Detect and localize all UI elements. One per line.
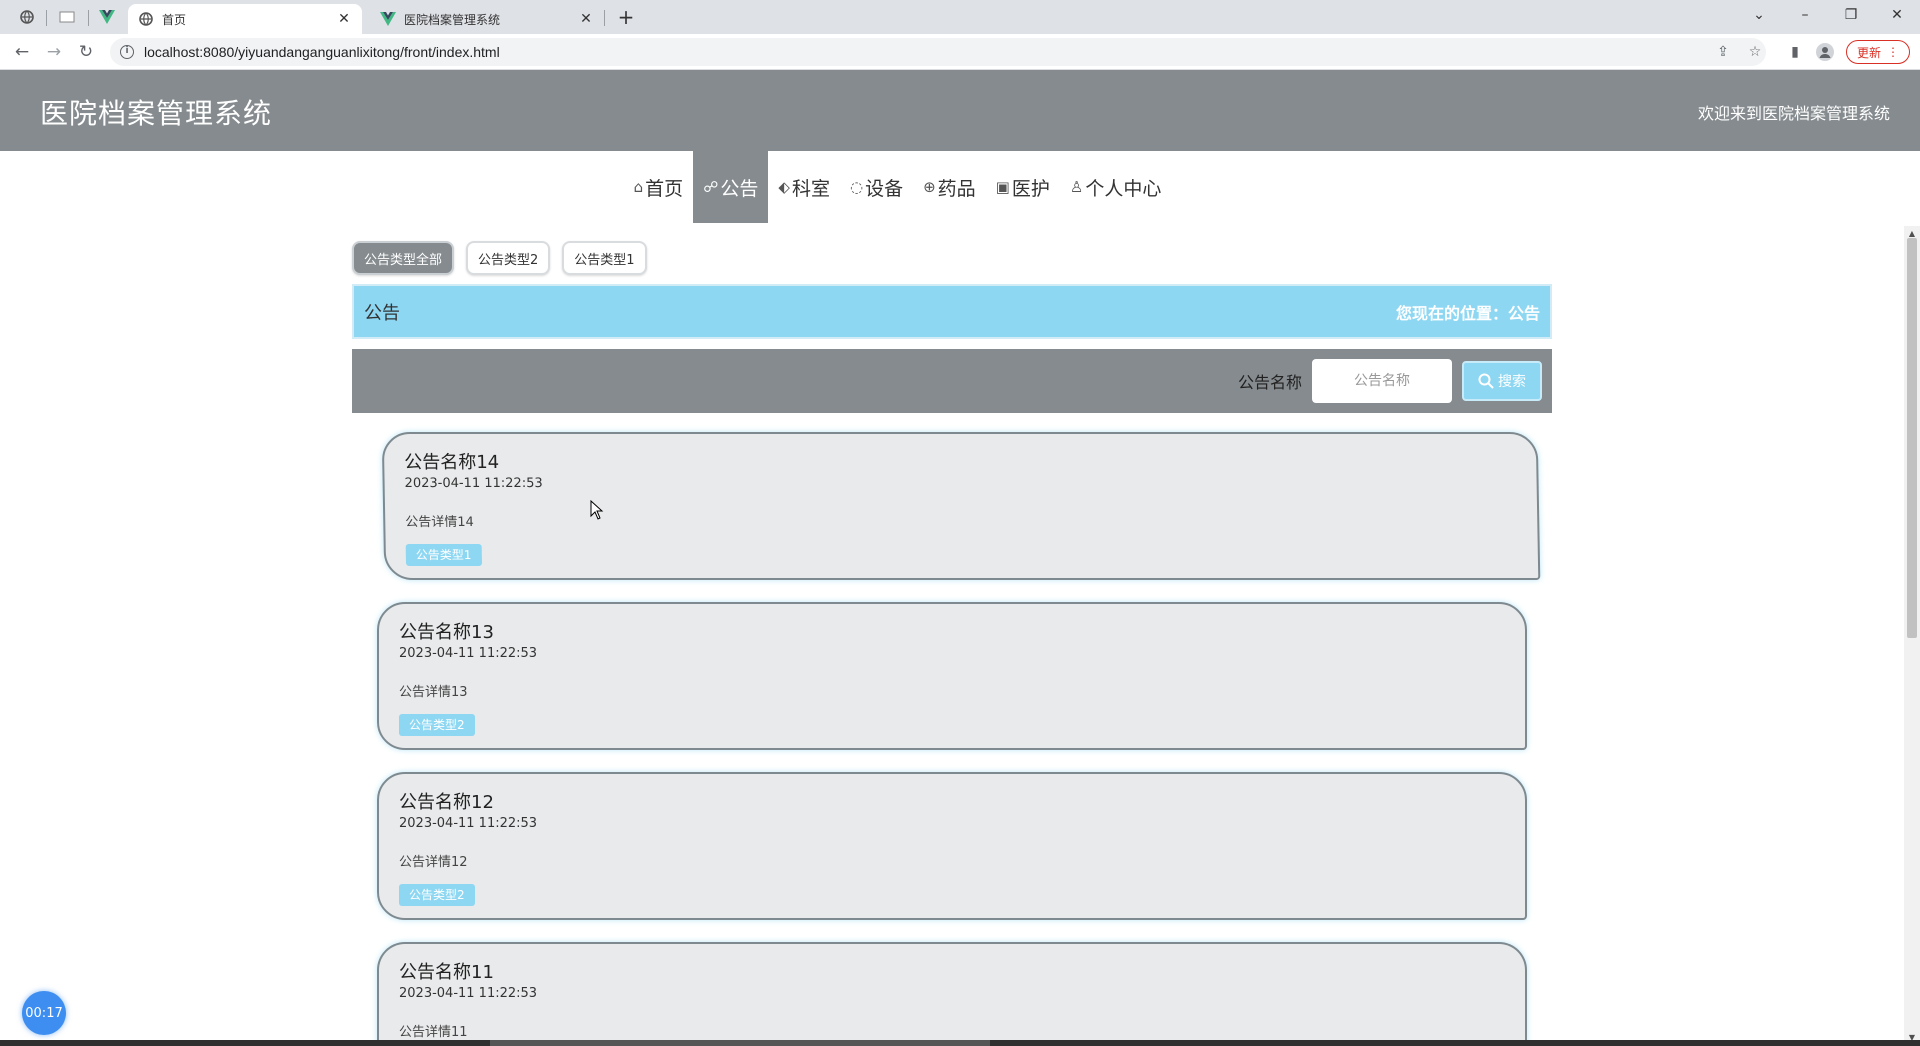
news-title: 公告名称13 xyxy=(399,622,494,643)
site-header: 医院档案管理系统 欢迎来到医院档案管理系统 xyxy=(0,70,1920,151)
pinned-tab-vue[interactable] xyxy=(90,4,124,30)
search-bar: 公告名称 搜索 xyxy=(352,349,1552,413)
news-type-badge: 公告类型2 xyxy=(399,714,475,736)
nav-item-staff[interactable]: ▣ 医护 xyxy=(986,151,1060,223)
nav-label: 医护 xyxy=(1011,177,1050,200)
welcome-text: 欢迎来到医院档案管理系统 xyxy=(1697,104,1890,123)
pinned-tab-globe[interactable] xyxy=(10,4,44,30)
news-title: 公告名称14 xyxy=(404,452,500,473)
blank-page-icon xyxy=(59,11,75,23)
news-time: 2023-04-11 11:22:53 xyxy=(404,476,543,491)
tag-icon: ⬖ xyxy=(778,178,790,196)
location-text: 您现在的位置：公告 xyxy=(1395,303,1540,323)
news-title: 公告名称12 xyxy=(399,792,494,813)
bookmark-star-icon[interactable]: ☆ xyxy=(1744,41,1766,63)
nav-item-department[interactable]: ⬖ 科室 xyxy=(768,151,840,223)
close-icon[interactable]: ✕ xyxy=(336,11,352,27)
news-time: 2023-04-11 11:22:53 xyxy=(399,816,538,831)
reload-icon[interactable]: ↻ xyxy=(72,38,100,66)
search-icon xyxy=(1478,373,1494,389)
news-type-badge: 公告类型1 xyxy=(405,544,482,566)
taskbar-strip xyxy=(0,1040,1920,1046)
nav-item-home[interactable]: ⌂ 首页 xyxy=(624,151,694,223)
vue-logo-icon xyxy=(380,11,396,27)
globe-icon xyxy=(138,11,154,27)
filter-type2-button[interactable]: 公告类型2 xyxy=(466,241,551,275)
news-type-badge: 公告类型2 xyxy=(399,884,475,906)
browser-toolbar: ← → ↻ i localhost:8080/yiyuandanganguanl… xyxy=(0,34,1920,70)
profile-icon[interactable] xyxy=(1814,41,1836,63)
forward-icon[interactable]: → xyxy=(40,38,68,66)
globe-icon xyxy=(20,10,34,24)
nav-label: 药品 xyxy=(937,177,976,200)
news-detail: 公告详情12 xyxy=(399,855,468,870)
tab-search-icon[interactable]: ⌄ xyxy=(1736,0,1782,30)
news-title: 公告名称11 xyxy=(399,962,494,983)
back-icon[interactable]: ← xyxy=(8,38,36,66)
search-label: 公告名称 xyxy=(1237,373,1302,392)
tab-home[interactable]: 首页 ✕ xyxy=(128,4,362,34)
share-icon[interactable]: ⇪ xyxy=(1712,41,1734,63)
user-icon: ♙ xyxy=(1069,178,1084,196)
news-time: 2023-04-11 11:22:53 xyxy=(399,646,538,661)
mouse-cursor-icon xyxy=(590,500,604,520)
news-card[interactable]: 公告名称11 2023-04-11 11:22:53 公告详情11 xyxy=(377,942,1527,1046)
url-text: localhost:8080/yiyuandanganguanlixitong/… xyxy=(144,44,500,60)
news-card[interactable]: 公告名称12 2023-04-11 11:22:53 公告详情12 公告类型2 xyxy=(377,772,1527,920)
pinned-tab-blank[interactable] xyxy=(50,4,84,30)
filter-all-button[interactable]: 公告类型全部 xyxy=(352,241,455,275)
window-close-icon[interactable]: ✕ xyxy=(1874,0,1920,30)
nav-item-news[interactable]: ☍ 公告 xyxy=(693,151,769,223)
nav-item-medicine[interactable]: ⊕ 药品 xyxy=(913,151,986,223)
breadcrumb: 公告 您现在的位置：公告 xyxy=(352,284,1552,339)
tab-title: 医院档案管理系统 xyxy=(404,12,501,27)
news-detail: 公告详情14 xyxy=(405,515,474,530)
more-icon: ⋮ xyxy=(1887,45,1899,59)
recording-timer-badge[interactable]: 00:17 xyxy=(22,991,66,1035)
new-tab-button[interactable]: + xyxy=(614,6,638,30)
search-input[interactable] xyxy=(1312,359,1452,403)
news-icon: ☍ xyxy=(703,178,719,196)
nav-label: 个人中心 xyxy=(1085,177,1162,200)
browser-tab-strip: 首页 ✕ 医院档案管理系统 ✕ + ⌄ – ❐ ✕ xyxy=(0,0,1920,34)
circle-icon: ◌ xyxy=(849,178,864,196)
nav-label: 设备 xyxy=(865,177,904,200)
nav-item-equipment[interactable]: ◌ 设备 xyxy=(840,151,913,223)
search-button-label: 搜索 xyxy=(1498,374,1526,390)
tab-title: 首页 xyxy=(162,12,187,27)
tab-hospital-system[interactable]: 医院档案管理系统 ✕ xyxy=(370,4,604,34)
restore-icon[interactable]: ❐ xyxy=(1828,0,1874,30)
nav-label: 科室 xyxy=(791,177,830,200)
minimize-icon[interactable]: – xyxy=(1782,0,1828,30)
globe-icon: ⊕ xyxy=(923,178,936,196)
news-card[interactable]: 公告名称13 2023-04-11 11:22:53 公告详情13 公告类型2 xyxy=(377,602,1527,750)
update-button[interactable]: 更新 ⋮ xyxy=(1846,40,1910,64)
nav-label: 首页 xyxy=(645,177,684,200)
search-button[interactable]: 搜索 xyxy=(1462,361,1542,401)
clipboard-icon: ▣ xyxy=(995,178,1010,196)
nav-item-profile[interactable]: ♙ 个人中心 xyxy=(1060,151,1171,223)
side-panel-icon[interactable]: ▮ xyxy=(1784,41,1806,63)
news-time: 2023-04-11 11:22:53 xyxy=(399,986,538,1001)
site-info-icon[interactable]: i xyxy=(120,45,134,59)
home-icon: ⌂ xyxy=(633,178,644,196)
nav-label: 公告 xyxy=(720,177,759,200)
close-icon[interactable]: ✕ xyxy=(578,11,594,27)
main-nav: ⌂ 首页 ☍ 公告 ⬖ 科室 ◌ 设备 ⊕ 药品 ▣ 医护 ♙ 个人中心 xyxy=(0,151,1920,223)
scroll-thumb[interactable] xyxy=(1907,238,1917,638)
site-title: 医院档案管理系统 xyxy=(40,97,273,130)
news-card[interactable]: 公告名称14 2023-04-11 11:22:53 公告详情14 公告类型1 xyxy=(381,432,1541,580)
type-filter-bar: 公告类型全部 公告类型2 公告类型1 xyxy=(352,241,647,275)
update-label: 更新 xyxy=(1856,45,1881,60)
address-bar[interactable]: i localhost:8080/yiyuandanganguanlixiton… xyxy=(110,38,1766,66)
news-detail: 公告详情11 xyxy=(399,1025,468,1040)
news-detail: 公告详情13 xyxy=(399,685,468,700)
vue-logo-icon xyxy=(99,10,115,24)
page-title: 公告 xyxy=(364,302,400,324)
filter-type1-button[interactable]: 公告类型1 xyxy=(562,241,647,275)
page-scrollbar[interactable]: ▲ ▼ xyxy=(1904,226,1920,1046)
